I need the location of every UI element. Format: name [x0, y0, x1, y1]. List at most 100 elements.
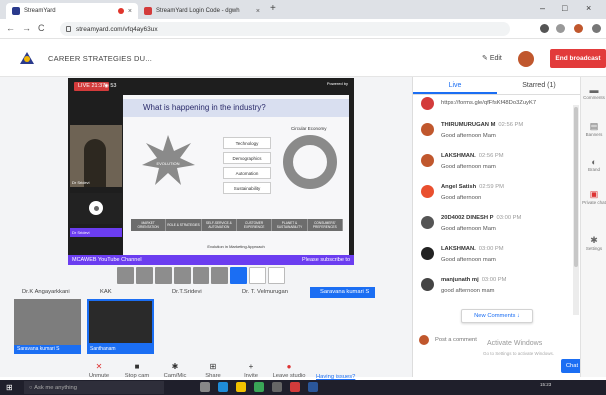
control-label: Invite: [244, 373, 258, 379]
store-icon[interactable]: [254, 382, 264, 392]
stop-cam-button[interactable]: ■ Stop cam: [118, 362, 156, 379]
chat-message[interactable]: LAKSHMAN. 02:56 PM Good afternoon mam: [413, 148, 574, 177]
layout-group-button[interactable]: [154, 267, 172, 284]
avatar: [419, 335, 429, 345]
leave-icon: ●: [286, 362, 292, 371]
new-tab-icon[interactable]: +: [270, 3, 276, 14]
author-name: manjunath mj: [441, 277, 479, 283]
participant-name[interactable]: Dr. T. Velmurugan: [234, 287, 310, 298]
participant-name[interactable]: KAK: [92, 287, 164, 298]
cam-mic-button[interactable]: ✱ Cam/Mic: [156, 362, 194, 379]
layout-thin-button[interactable]: [135, 267, 153, 284]
chrome-icon[interactable]: [290, 382, 300, 392]
chat-scrollbar[interactable]: [573, 105, 579, 315]
tab-live[interactable]: Live: [413, 77, 497, 94]
close-icon[interactable]: ×: [256, 8, 260, 15]
participant-name[interactable]: Dr.K Angayarkkani: [14, 287, 92, 298]
private-chat-icon: ▣: [589, 189, 599, 199]
leave-studio-button[interactable]: ● Leave studio: [270, 362, 308, 379]
edit-button[interactable]: ✎ Edit: [482, 54, 502, 62]
broadcast-title[interactable]: CAREER STRATEGIES DU...: [48, 54, 152, 63]
system-clock[interactable]: 15:23: [540, 382, 551, 387]
rail-banners[interactable]: ▤ Banners: [581, 121, 606, 137]
windows-taskbar: ⊞ ○ Ask me anything 15:23: [0, 380, 606, 395]
evolution-label: EVOLUTION: [156, 161, 179, 166]
edge-icon[interactable]: [218, 382, 228, 392]
streamyard-favicon-icon: [12, 7, 20, 15]
message-author: manjunath mj 03:00 PM: [441, 277, 507, 283]
message-text: Good afternoon mam: [441, 164, 496, 170]
back-icon[interactable]: ←: [6, 23, 15, 33]
task-view-icon[interactable]: [200, 382, 210, 392]
layout-full-button[interactable]: [268, 267, 286, 284]
layout-news-button[interactable]: [192, 267, 210, 284]
participant-name-label: Dr Sridevi: [70, 228, 122, 237]
message-text: Good afternoon: [441, 195, 482, 201]
scrollbar-thumb[interactable]: [574, 107, 578, 267]
chat-message[interactable]: THIRUMURUGAN M 02:56 PM Good afternoon Ma…: [413, 117, 574, 146]
bookmark-icon[interactable]: [556, 24, 565, 33]
thumbnail-label: Santhanam: [87, 345, 154, 354]
author-name: Angel Satish: [441, 184, 477, 190]
user-avatar[interactable]: [518, 51, 534, 67]
camera-extension-icon[interactable]: [540, 24, 549, 33]
layout-blank-button[interactable]: [249, 267, 267, 284]
browser-tab-bar: StreamYard × StreamYard Login Code - dgw…: [0, 0, 606, 19]
layout-leader-button[interactable]: [173, 267, 191, 284]
layout-solo-button[interactable]: [117, 267, 134, 284]
circular-economy-diagram: [283, 135, 337, 189]
chat-message[interactable]: https://forms.gle/qfFfsKf48Do3ZuyK7: [413, 97, 574, 115]
share-button[interactable]: ⊞ Share: [194, 362, 232, 379]
control-label: Leave studio: [272, 373, 306, 379]
arrow-step: CUSTOMER EXPERIENCE: [237, 219, 273, 231]
rail-settings[interactable]: ✱ Settings: [581, 235, 606, 251]
tab-streamyard[interactable]: StreamYard ×: [6, 3, 138, 19]
taskbar-search[interactable]: ○ Ask me anything: [24, 381, 164, 394]
reload-icon[interactable]: C: [38, 23, 45, 33]
screenshare-thumbnail[interactable]: Saravana kumari S: [14, 299, 81, 354]
chat-message[interactable]: 20D4002 DINESH P 03:00 PM Good afternoon …: [413, 210, 574, 239]
tab-label: StreamYard Login Code - dgwh: [156, 8, 240, 14]
participant-thumbnail[interactable]: Santhanam: [87, 299, 154, 354]
rail-comments[interactable]: ▬ Comments: [581, 85, 606, 100]
url-text: streamyard.com/vfq4ay63ux: [76, 25, 158, 33]
profile-icon[interactable]: [574, 24, 583, 33]
app-header: CAREER STRATEGIES DU... ✎ Edit End broad…: [0, 39, 606, 77]
recording-dot-icon: [117, 8, 124, 14]
mail-icon[interactable]: [272, 382, 282, 392]
gear-icon: ✱: [171, 362, 179, 371]
slide-footer: Evolution in Marketing Approach: [207, 244, 265, 249]
participant-name-selected[interactable]: Saravana kumari S: [310, 287, 376, 298]
tab-login-code[interactable]: StreamYard Login Code - dgwh ×: [138, 3, 266, 19]
layout-side-button[interactable]: [211, 267, 229, 284]
minimize-icon[interactable]: –: [540, 3, 545, 13]
author-name: 20D4002 DINESH P: [441, 215, 494, 221]
rail-brand[interactable]: ◐ Brand: [581, 157, 606, 172]
url-field[interactable]: streamyard.com/vfq4ay63ux: [60, 22, 510, 36]
window-close-icon[interactable]: ×: [586, 3, 591, 13]
trend-item: Sustainability: [223, 182, 271, 194]
avatar: [421, 185, 434, 198]
forward-icon[interactable]: →: [22, 23, 31, 33]
file-explorer-icon[interactable]: [236, 382, 246, 392]
chat-message[interactable]: LAKSHMAN. 03:00 PM Good afternoon mam: [413, 241, 574, 270]
invite-button[interactable]: + Invite: [232, 362, 270, 379]
maximize-icon[interactable]: □: [562, 3, 567, 13]
unmute-button[interactable]: ✕ Unmute: [80, 362, 118, 379]
rail-private-chat[interactable]: ▣ Private chat: [581, 189, 606, 205]
windows-start-icon[interactable]: ⊞: [6, 383, 13, 392]
end-broadcast-button[interactable]: End broadcast: [550, 49, 606, 68]
menu-icon[interactable]: [592, 24, 601, 33]
close-icon[interactable]: ×: [128, 8, 132, 15]
message-author: 20D4002 DINESH P 03:00 PM: [441, 215, 521, 221]
new-comments-button[interactable]: New Comments ↓: [461, 309, 533, 323]
layout-screen-button[interactable]: [230, 267, 248, 284]
participant-name[interactable]: Dr.T.Sridevi: [164, 287, 234, 298]
chat-message[interactable]: manjunath mj 03:00 PM good afternoon mam: [413, 272, 574, 301]
chat-message[interactable]: Angel Satish 02:59 PM Good afternoon: [413, 179, 574, 208]
tab-starred[interactable]: Starred (1): [497, 77, 581, 94]
tab-label: StreamYard: [24, 8, 56, 14]
avatar: [421, 247, 434, 260]
chat-message-list: https://forms.gle/qfFfsKf48Do3ZuyK7 THIR…: [413, 97, 581, 325]
word-icon[interactable]: [308, 382, 318, 392]
